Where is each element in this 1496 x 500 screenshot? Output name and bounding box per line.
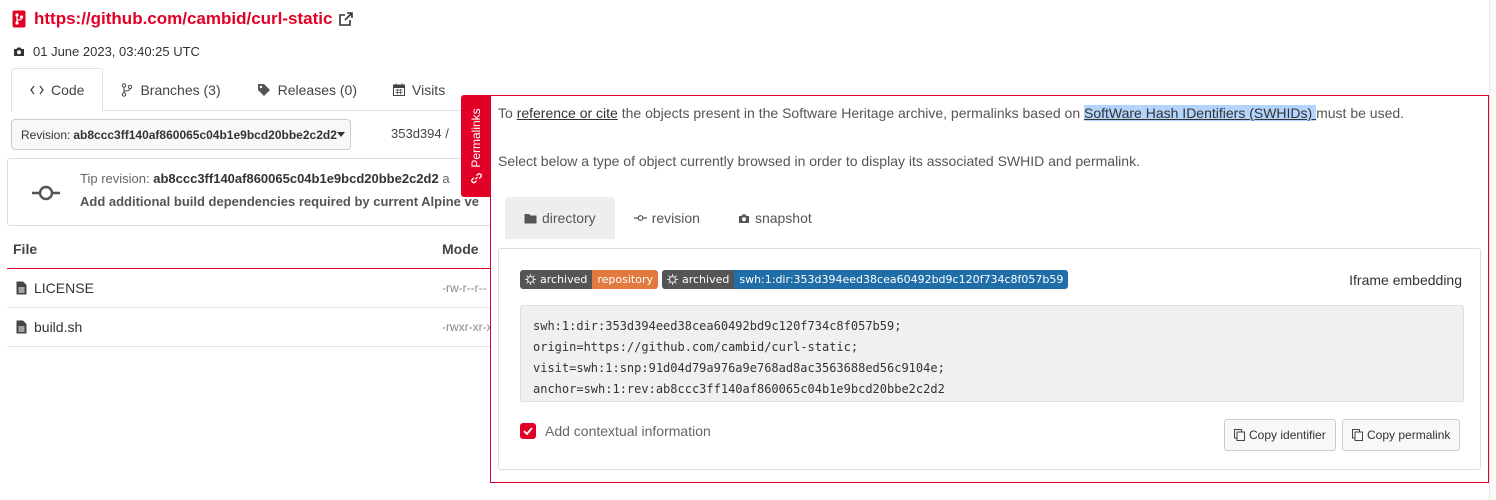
- browse-tabs: Code Branches (3) Releases (0) Visits: [11, 68, 489, 112]
- table-row[interactable]: LICENSE -rw-r--r--: [7, 269, 497, 308]
- contextual-info-label: Add contextual information: [545, 423, 711, 439]
- origin-url-link[interactable]: https://github.com/cambid/curl-static: [34, 9, 332, 29]
- file-name[interactable]: LICENSE: [34, 280, 94, 296]
- tab-snapshot[interactable]: snapshot: [719, 197, 831, 239]
- permalinks-tab-label: Permalinks: [469, 108, 483, 168]
- visit-date-text: 01 June 2023, 03:40:25 UTC: [33, 43, 200, 59]
- object-type-tabs: directory revision snapshot: [505, 197, 831, 239]
- column-mode[interactable]: Mode: [442, 241, 479, 257]
- swh-badges: archived repository archived swh:1:dir:3…: [520, 270, 1072, 289]
- permalinks-tab[interactable]: Permalinks: [461, 95, 491, 197]
- tab-revision[interactable]: revision: [615, 197, 719, 239]
- file-icon: [16, 281, 27, 295]
- swhid-doc-link[interactable]: SoftWare Hash IDentifiers (SWHIDs): [1084, 105, 1317, 121]
- origin-header: https://github.com/cambid/curl-static: [12, 8, 354, 30]
- copy-permalink-button[interactable]: Copy permalink: [1342, 419, 1461, 451]
- tip-revision-box: Tip revision: ab8ccc3ff140af860065c04b1e…: [7, 158, 497, 226]
- commit-icon: [633, 215, 647, 221]
- swhid-code-block[interactable]: swh:1:dir:353d394eed38cea60492bd9c120f73…: [520, 305, 1464, 402]
- tab-directory[interactable]: directory: [505, 197, 615, 239]
- folder-icon: [524, 213, 537, 223]
- revision-select-prefix: Revision:: [21, 127, 71, 142]
- file-icon: [16, 320, 27, 334]
- swhid-content: archived repository archived swh:1:dir:3…: [498, 248, 1481, 470]
- tip-revision-line: Tip revision: ab8ccc3ff140af860065c04b1e…: [80, 171, 450, 186]
- file-mode: -rwxr-xr-x: [442, 320, 493, 334]
- table-row[interactable]: build.sh -rwxr-xr-x: [7, 308, 497, 347]
- camera-icon: [738, 214, 749, 223]
- files-table-header: File Mode: [7, 232, 497, 269]
- swh-logo-icon: [666, 274, 678, 285]
- tab-code[interactable]: Code: [11, 68, 104, 112]
- iframe-embedding-link[interactable]: Iframe embedding: [1349, 272, 1462, 288]
- caret-down-icon: [336, 132, 345, 137]
- permalinks-instructions: Select below a type of object currently …: [498, 153, 1140, 169]
- reference-cite-link[interactable]: reference or cite: [517, 105, 618, 121]
- tag-icon: [257, 83, 270, 96]
- revision-select-value: ab8ccc3ff140af860065c04b1e9bcd20bbe2c2d2: [73, 127, 337, 142]
- tab-releases[interactable]: Releases (0): [239, 68, 375, 111]
- link-icon: [470, 173, 482, 184]
- code-icon: [30, 85, 44, 95]
- copy-icon: [1352, 429, 1363, 441]
- permalinks-panel: To reference or cite the objects present…: [490, 95, 1489, 483]
- commit-icon: [32, 185, 60, 201]
- tip-revision-message: Add additional build dependencies requir…: [80, 194, 479, 209]
- repository-badge[interactable]: archived repository: [520, 270, 658, 289]
- contextual-info-option[interactable]: Add contextual information: [520, 423, 711, 439]
- calendar-icon: [393, 83, 405, 96]
- tab-branches[interactable]: Branches (3): [103, 68, 238, 111]
- tab-visits[interactable]: Visits: [375, 68, 463, 111]
- permalinks-intro: To reference or cite the objects present…: [498, 105, 1405, 121]
- revision-select[interactable]: Revision: ab8ccc3ff140af860065c04b1e9bcd…: [11, 119, 351, 150]
- camera-icon: [14, 47, 24, 56]
- tip-revision-hash[interactable]: ab8ccc3ff140af860065c04b1e9bcd20bbe2c2d2: [153, 171, 438, 186]
- file-mode: -rw-r--r--: [442, 281, 487, 295]
- page-scrollbar[interactable]: [1489, 0, 1496, 500]
- external-link-icon[interactable]: [338, 11, 354, 27]
- swhid-badge[interactable]: archived swh:1:dir:353d394eed38cea60492b…: [661, 270, 1069, 289]
- branch-icon: [122, 82, 133, 97]
- repository-icon: [12, 10, 26, 28]
- breadcrumb[interactable]: 353d394 /: [391, 126, 449, 141]
- copy-identifier-button[interactable]: Copy identifier: [1224, 419, 1336, 451]
- column-file[interactable]: File: [13, 241, 37, 257]
- copy-icon: [1234, 429, 1245, 441]
- visit-date: 01 June 2023, 03:40:25 UTC: [13, 42, 200, 60]
- swh-logo-icon: [525, 274, 536, 285]
- file-name[interactable]: build.sh: [34, 319, 82, 335]
- checkmark-icon: [523, 427, 533, 435]
- contextual-info-checkbox[interactable]: [520, 423, 536, 439]
